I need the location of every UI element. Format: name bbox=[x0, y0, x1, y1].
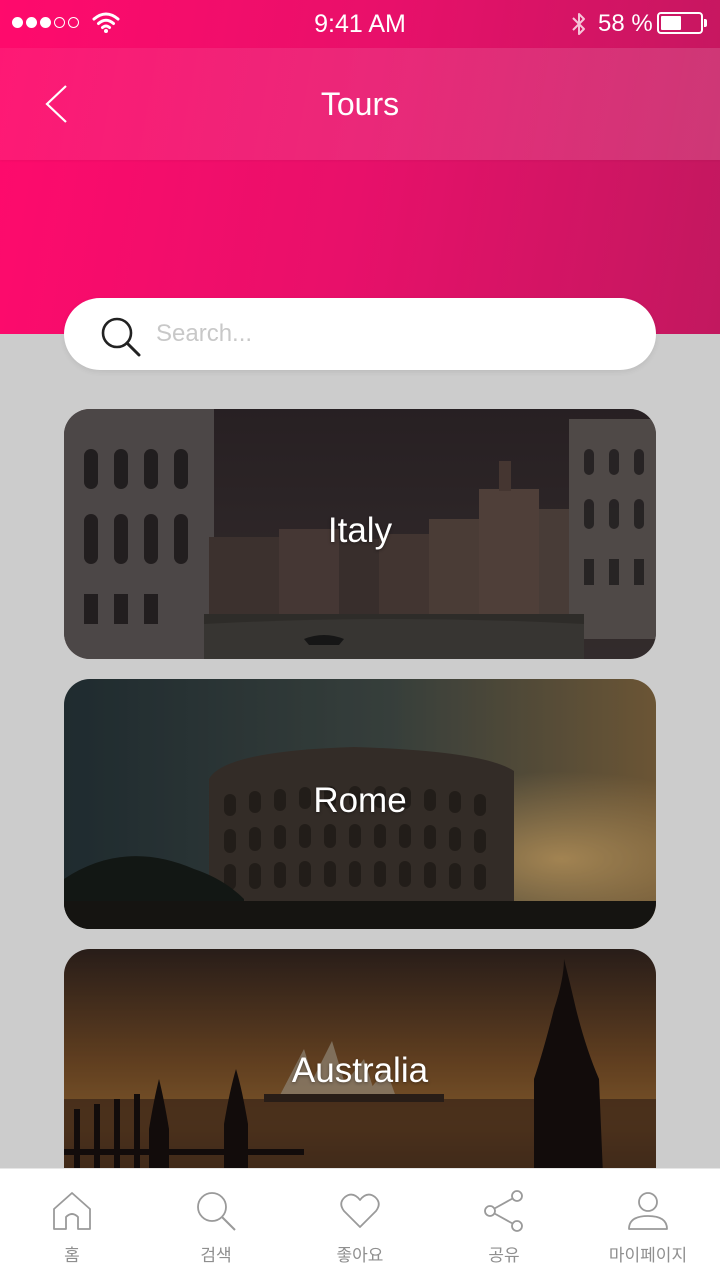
user-icon bbox=[628, 1192, 668, 1230]
battery-percent: 58 % bbox=[598, 10, 653, 37]
tour-card-label: Rome bbox=[313, 781, 407, 820]
tab-search[interactable]: 검색 bbox=[144, 1169, 288, 1280]
tour-card-rome[interactable]: Rome bbox=[64, 679, 656, 929]
tab-likes[interactable]: 좋아요 bbox=[288, 1169, 432, 1280]
tab-label: 검색 bbox=[200, 1246, 232, 1266]
tab-label: 홈 bbox=[64, 1246, 80, 1266]
battery-tip bbox=[704, 19, 707, 27]
page-title: Tours bbox=[320, 86, 400, 122]
tab-label: 공유 bbox=[488, 1246, 520, 1266]
battery-level bbox=[661, 16, 682, 30]
tab-label: 마이페이지 bbox=[608, 1246, 688, 1266]
tour-card-australia[interactable]: Australia bbox=[64, 949, 656, 1199]
bluetooth-icon bbox=[572, 13, 585, 35]
search-icon bbox=[197, 1192, 236, 1231]
search-input[interactable] bbox=[156, 312, 626, 356]
tour-card-label: Australia bbox=[291, 1051, 429, 1090]
nav-bar: Tours bbox=[0, 48, 720, 160]
share-icon bbox=[484, 1190, 523, 1232]
tab-share[interactable]: 공유 bbox=[432, 1169, 576, 1280]
tab-home[interactable]: 홈 bbox=[0, 1169, 144, 1280]
tour-card-label: Italy bbox=[327, 511, 393, 550]
search-icon[interactable] bbox=[98, 314, 142, 358]
status-bar: 9:41 AM 58 % bbox=[0, 0, 720, 48]
tab-my-page[interactable]: 마이페이지 bbox=[576, 1169, 720, 1280]
heart-icon bbox=[340, 1193, 380, 1228]
battery-icon bbox=[657, 12, 703, 34]
bottom-tab-bar: 홈 검색 좋아요 공유 마이페이지 bbox=[0, 1168, 720, 1280]
tab-label: 좋아요 bbox=[336, 1246, 384, 1266]
tour-card-italy[interactable]: Italy bbox=[64, 409, 656, 659]
search-bar[interactable] bbox=[64, 298, 656, 370]
home-icon bbox=[53, 1192, 91, 1230]
